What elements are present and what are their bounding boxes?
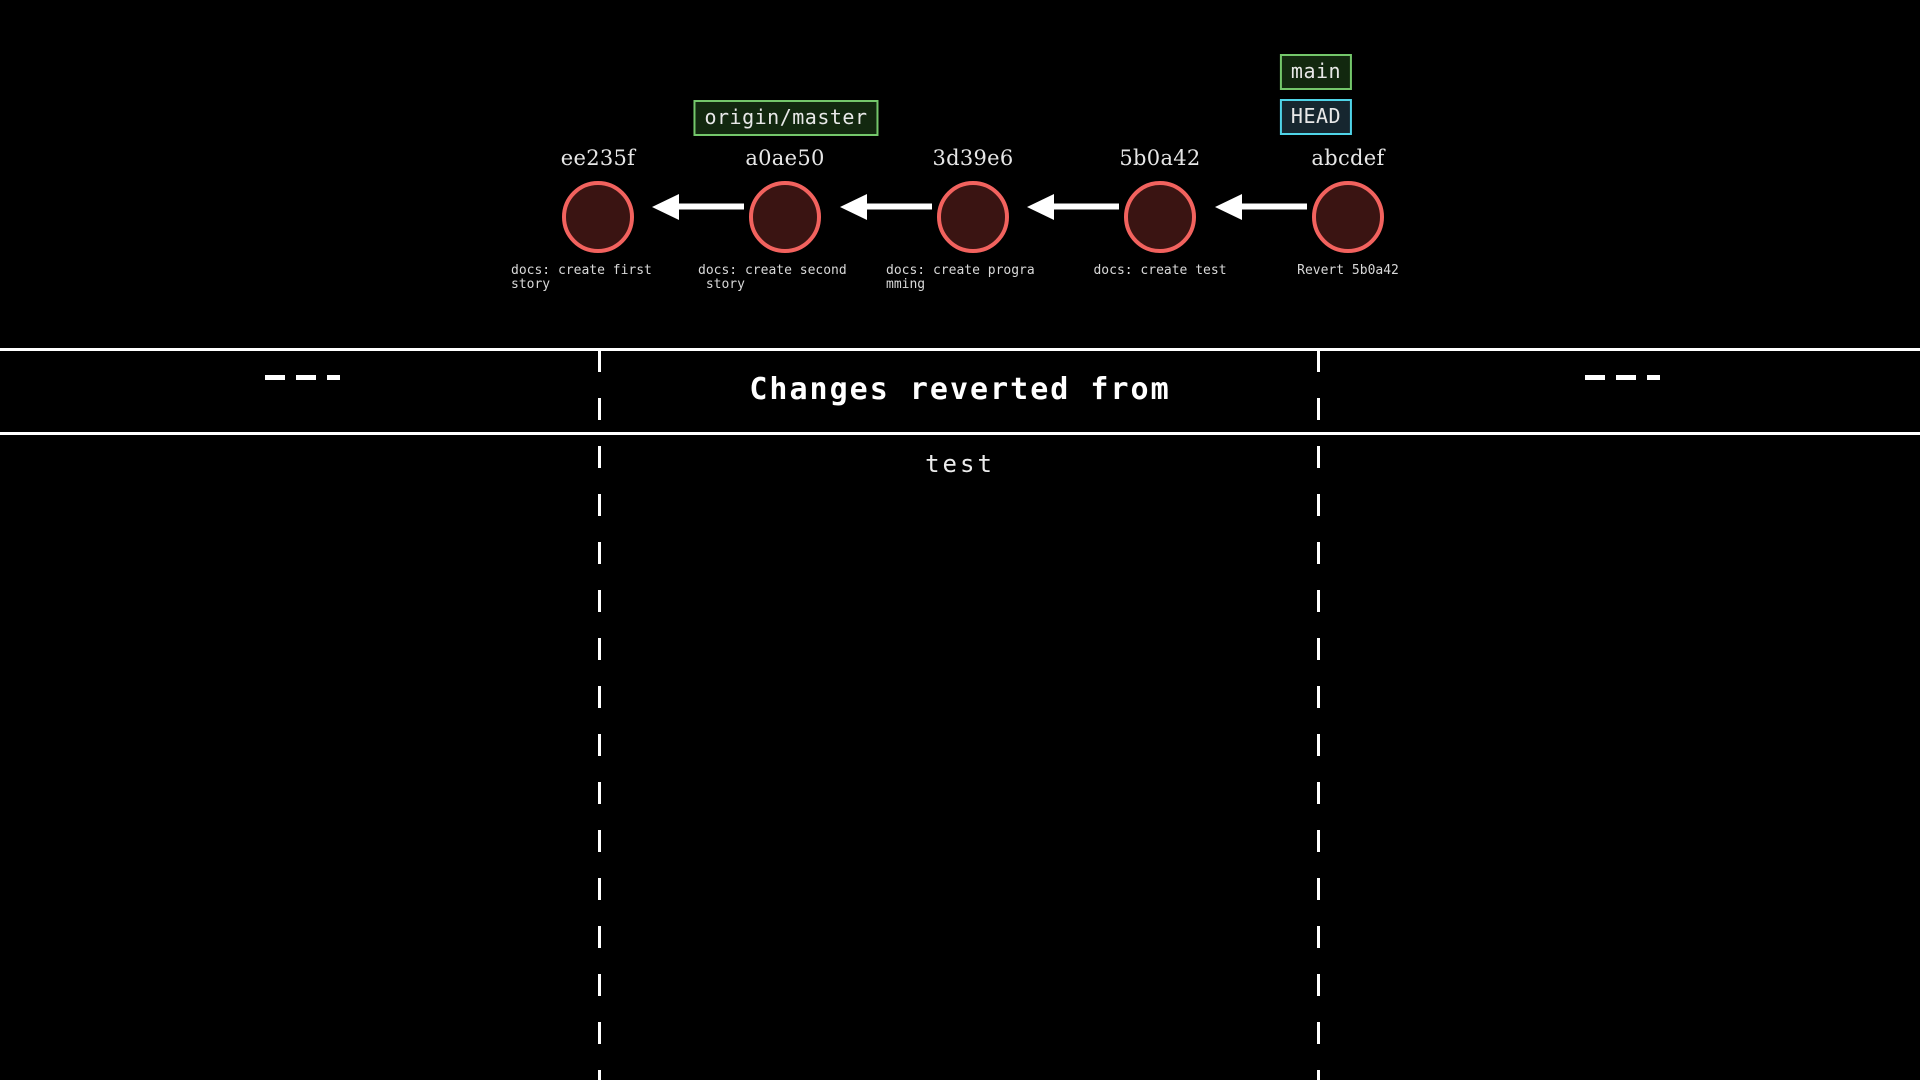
commit-arrow [1215,192,1307,222]
commit-hash: 3d39e6 [932,146,1014,170]
commit-message: docs: create second story [698,263,847,292]
commit-message: Revert 5b0a42 [1297,263,1399,278]
band-horizontal-rule-top [0,348,1920,351]
commit-message: docs: create first story [511,263,652,292]
commit-arrow [652,192,744,222]
commit-circle[interactable] [937,181,1009,253]
commit-arrow [1027,192,1119,222]
band-horizontal-rule-bottom [0,432,1920,435]
ref-badge-origin-master[interactable]: origin/master [693,100,879,136]
band-vertical-dashed-right-boundary [1317,350,1320,1080]
ref-badge-main[interactable]: main [1279,54,1353,90]
commit-arrow [840,192,932,222]
commit-hash: a0ae50 [745,146,825,170]
band-vertical-dashed-left-boundary [598,350,601,1080]
band-horizontal-dashed-right-marker [1585,375,1660,380]
revert-band-title: Changes reverted from [749,372,1171,407]
commit-hash: 5b0a42 [1119,146,1201,170]
revert-band-subtitle: test [925,450,995,478]
commit-hash: ee235f [560,146,636,170]
band-horizontal-dashed-left-marker [265,375,340,380]
commit-circle[interactable] [562,181,634,253]
commit-circle[interactable] [1312,181,1384,253]
commit-circle[interactable] [1124,181,1196,253]
commit-circle[interactable] [749,181,821,253]
ref-badge-head[interactable]: HEAD [1279,99,1353,135]
commit-message: docs: create progra mming [886,263,1035,292]
commit-hash: abcdef [1311,146,1385,170]
commit-message: docs: create test [1093,263,1227,278]
commit-graph: origin/master main HEAD ee235f docs: create … [0,0,1920,340]
